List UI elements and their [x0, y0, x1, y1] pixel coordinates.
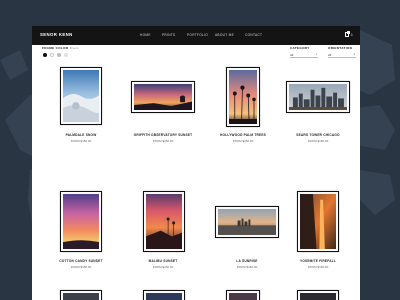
product-frame[interactable] — [297, 290, 339, 300]
product-price: FROM $150.00 — [236, 265, 258, 269]
product-name[interactable]: PALMDALE SNOW — [41, 133, 121, 137]
nav-about-me[interactable]: ABOUT ME — [215, 33, 234, 37]
product-frame[interactable] — [143, 191, 185, 252]
swatch-black[interactable] — [43, 53, 47, 57]
product-photo — [133, 83, 193, 111]
product-frame[interactable] — [60, 191, 102, 252]
nav-prints[interactable]: PRINTS — [162, 33, 176, 37]
orientation-label: ORIENTATION — [328, 46, 353, 50]
product-photo — [288, 83, 348, 111]
product-name[interactable]: MALIBU SUNSET — [123, 259, 203, 263]
swatch-white[interactable] — [50, 53, 54, 57]
category-value: All — [290, 52, 294, 57]
product-photo — [299, 193, 337, 250]
chevron-down-icon: ▾ — [353, 53, 355, 56]
top-navigation-bar: SENOR KENN HOME PRINTS PORTFOLIO ABOUT M… — [32, 26, 360, 45]
product-photo — [145, 292, 183, 300]
swatch-light-gray[interactable] — [64, 53, 68, 57]
shopping-bag-icon[interactable] — [345, 31, 351, 37]
product-name[interactable]: LA SUNRISE — [207, 259, 287, 263]
storefront-page: SENOR KENN HOME PRINTS PORTFOLIO ABOUT M… — [32, 26, 360, 300]
product-photo — [62, 193, 100, 250]
product-price: FROM $150.00 — [232, 139, 254, 143]
brand-logo[interactable]: SENOR KENN — [40, 32, 73, 37]
product-price: FROM $150.00 — [152, 265, 174, 269]
product-frame[interactable] — [143, 290, 185, 300]
product-price: FROM $150.00 — [70, 139, 92, 143]
product-frame[interactable] — [226, 290, 260, 300]
orientation-value: All — [328, 52, 332, 57]
orientation-select[interactable]: All ▾ — [328, 51, 356, 58]
product-price: FROM $150.00 — [152, 139, 174, 143]
product-name[interactable]: HOLLYWOOD PALM TREES — [203, 133, 283, 137]
product-photo — [62, 292, 100, 300]
product-photo — [299, 292, 337, 300]
chevron-down-icon: ▾ — [315, 53, 317, 56]
swatch-gray[interactable] — [57, 53, 61, 57]
product-frame[interactable] — [286, 81, 350, 113]
cart-count: 1 — [351, 33, 353, 37]
product-frame[interactable] — [60, 290, 102, 300]
product-name[interactable]: COTTON CANDY SUNSET — [41, 259, 121, 263]
product-name[interactable]: SEARS TOWER CHICAGO — [278, 133, 358, 137]
product-photo — [62, 69, 100, 123]
product-frame[interactable] — [60, 67, 102, 125]
product-price: FROM $150.00 — [307, 139, 329, 143]
product-photo — [217, 208, 277, 236]
category-select[interactable]: All ▾ — [290, 51, 318, 58]
product-photo — [228, 69, 258, 125]
product-frame[interactable] — [215, 206, 279, 238]
nav-contact[interactable]: CONTACT — [245, 33, 262, 37]
product-frame[interactable] — [226, 67, 260, 127]
frame-color-label: FRAME COLOR Black — [42, 46, 79, 50]
nav-portfolio[interactable]: PORTFOLIO — [187, 33, 208, 37]
category-label: CATEGORY — [290, 46, 310, 50]
product-frame[interactable] — [297, 191, 339, 252]
product-price: FROM $150.00 — [307, 265, 329, 269]
product-frame[interactable] — [131, 81, 195, 113]
product-photo — [145, 193, 183, 250]
product-name[interactable]: YOSEMITE FIREFALL — [278, 259, 358, 263]
frame-color-title: FRAME COLOR — [42, 46, 69, 50]
product-price: FROM $150.00 — [70, 265, 92, 269]
product-photo — [228, 292, 258, 300]
nav-home[interactable]: HOME — [140, 33, 151, 37]
product-name[interactable]: GRIFFITH OBSERVATORY SUNSET — [123, 133, 203, 137]
frame-color-selected: Black — [69, 46, 79, 50]
